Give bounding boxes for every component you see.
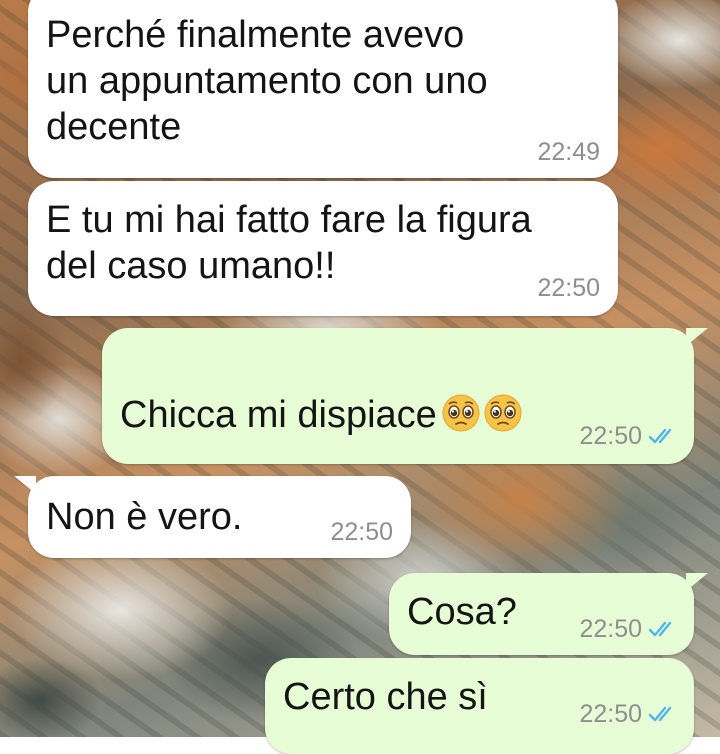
message-time: 22:50 [537,274,600,302]
message-time: 22:50 [330,518,393,546]
message-text: Non è vero. [46,496,243,538]
double-check-read-icon [648,621,672,637]
message-bubble-incoming[interactable]: E tu mi hai fatto fare la figura del cas… [28,181,618,316]
message-time: 22:50 [579,700,642,728]
message-meta: 22:50 [330,518,393,546]
message-bubble-outgoing[interactable]: Chicca mi dispiace 22:50 [102,328,708,464]
message-text-content: Chicca mi dispiace [120,394,437,436]
message-text: Perché finalmente avevo un appuntamento … [46,14,488,148]
message-time: 22:49 [537,138,600,166]
message-bubble-outgoing[interactable]: Cosa? 22:50 [389,573,708,655]
pleading-face-icon [442,394,480,432]
message-bubble-incoming[interactable]: Non è vero. 22:50 [14,476,411,558]
message-text: Certo che sì [283,676,488,718]
message-meta: 22:49 [537,138,600,166]
message-meta: 22:50 [579,422,678,450]
pleading-face-icon [484,394,522,432]
message-text: Cosa? [407,591,517,633]
message-bubble-incoming[interactable]: Perché finalmente avevo un appuntamento … [28,0,618,178]
message-meta: 22:50 [579,615,678,643]
message-text: Chicca mi dispiace [120,346,523,438]
message-time: 22:50 [579,422,642,450]
message-time: 22:50 [579,615,642,643]
double-check-read-icon [648,428,672,444]
message-meta: 22:50 [579,700,678,728]
message-meta: 22:50 [537,274,600,302]
message-bubble-outgoing[interactable]: Certo che sì 22:50 [265,658,694,754]
message-text: E tu mi hai fatto fare la figura del cas… [46,199,532,287]
double-check-read-icon [648,706,672,722]
